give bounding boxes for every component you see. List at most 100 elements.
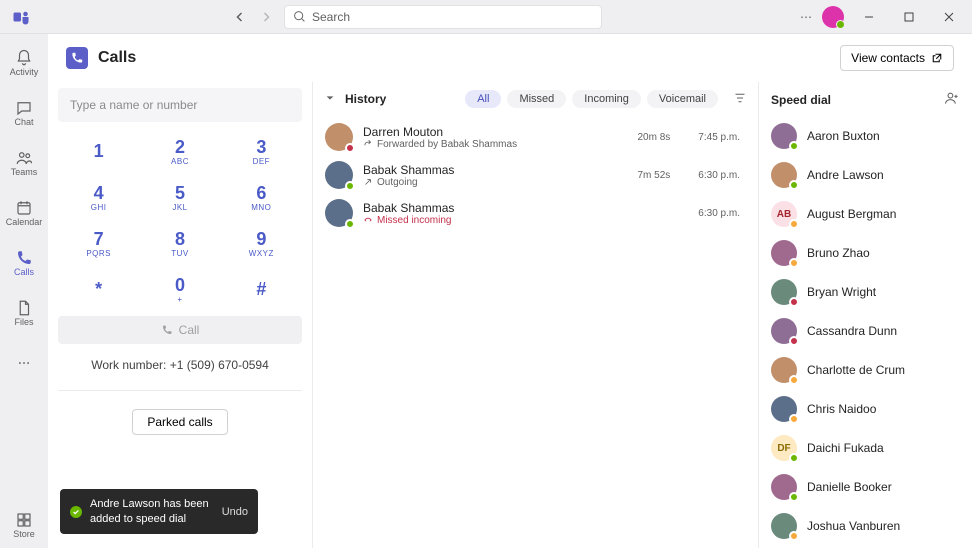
window-maximize-button[interactable] [894,5,924,29]
speed-dial-contact[interactable]: Danielle Booker [771,474,960,500]
history-filter-all[interactable]: All [465,90,501,108]
dialpad-digit: 6 [256,183,266,204]
titlebar-more-button[interactable]: ⋯ [800,10,812,24]
contact-name: Charlotte de Crum [807,363,905,377]
dialpad-key-*[interactable]: * [58,266,139,312]
avatar [771,318,797,344]
dialpad-digit: 2 [175,137,185,158]
current-user-avatar[interactable] [822,6,844,28]
dialpad-digit: 4 [94,183,104,204]
rail-item-activity[interactable]: Activity [0,40,48,86]
avatar [771,357,797,383]
dialpad: 12ABC3DEF4GHI5JKL6MNO7PQRS8TUV9WXYZ*0+# [58,128,302,312]
speed-dial-contact[interactable]: Charlotte de Crum [771,357,960,383]
titlebar: Search ⋯ [0,0,972,34]
history-row[interactable]: Darren MoutonForwarded by Babak Shammas2… [325,118,746,156]
history-sub: Missed incoming [363,215,660,226]
dialpad-key-9[interactable]: 9WXYZ [221,220,302,266]
rail-label: Store [13,529,35,539]
rail-item-files[interactable]: Files [0,290,48,336]
contact-name: Bryan Wright [807,285,876,299]
dialpad-key-2[interactable]: 2ABC [139,128,220,174]
file-icon [15,299,33,317]
history-row[interactable]: Babak ShammasOutgoing7m 52s6:30 p.m. [325,156,746,194]
history-panel: History AllMissedIncomingVoicemail Darre… [313,82,759,548]
history-filter-incoming[interactable]: Incoming [572,90,641,108]
phone-icon [161,324,173,336]
history-collapse-toggle[interactable] [325,92,335,106]
dialpad-letters: PQRS [86,249,111,258]
history-row[interactable]: Babak ShammasMissed incoming6:30 p.m. [325,194,746,232]
window-minimize-button[interactable] [854,5,884,29]
dialpad-key-7[interactable]: 7PQRS [58,220,139,266]
dialpad-key-3[interactable]: 3DEF [221,128,302,174]
history-filter-button[interactable] [734,92,746,107]
contact-name: Aaron Buxton [807,129,880,143]
avatar [325,199,353,227]
speed-dial-contact[interactable]: Joshua Vanburen [771,513,960,539]
view-contacts-button[interactable]: View contacts [840,45,954,71]
rail-label: Activity [10,67,39,77]
store-icon [15,511,33,529]
avatar [771,123,797,149]
rail-more-button[interactable] [0,340,48,386]
dialpad-letters: ABC [171,157,189,166]
rail-item-store[interactable]: Store [0,502,48,548]
dialpad-key-#[interactable]: # [221,266,302,312]
work-number: Work number: +1 (509) 670-0594 [58,344,302,391]
chevron-down-icon [325,93,335,103]
speed-dial-contact[interactable]: Cassandra Dunn [771,318,960,344]
dialpad-key-1[interactable]: 1 [58,128,139,174]
dialpad-key-4[interactable]: 4GHI [58,174,139,220]
rail-label: Calendar [6,217,43,227]
window-close-button[interactable] [934,5,964,29]
history-time: 6:30 p.m. [698,208,740,219]
contact-name: Chris Naidoo [807,402,876,416]
dialpad-key-8[interactable]: 8TUV [139,220,220,266]
dialpad-digit: 5 [175,183,185,204]
dialpad-key-6[interactable]: 6MNO [221,174,302,220]
toast-message: Andre Lawson has been added to speed dia… [90,497,214,526]
speed-dial-contact[interactable]: ABAugust Bergman [771,201,960,227]
avatar [771,279,797,305]
dialpad-digit: 7 [94,229,104,250]
speed-dial-contact[interactable]: Bryan Wright [771,279,960,305]
dialpad-digit: 8 [175,229,185,250]
dialpad-letters: DEF [253,157,271,166]
nav-forward-button[interactable] [254,5,278,29]
page-header: Calls View contacts [48,34,972,82]
dialpad-digit: * [95,279,102,300]
speed-dial-contact[interactable]: DFDaichi Fukada [771,435,960,461]
contact-name: August Bergman [807,207,896,221]
contact-name: Joshua Vanburen [807,519,900,533]
history-sub: Forwarded by Babak Shammas [363,139,628,150]
rail-item-calls[interactable]: Calls [0,240,48,286]
global-search-input[interactable]: Search [284,5,602,29]
speed-dial-contact[interactable]: Andre Lawson [771,162,960,188]
speed-dial-title: Speed dial [771,93,831,107]
dialpad-key-5[interactable]: 5JKL [139,174,220,220]
dial-input[interactable] [58,88,302,122]
history-filter-voicemail[interactable]: Voicemail [647,90,718,108]
speed-dial-contact[interactable]: Bruno Zhao [771,240,960,266]
rail-item-teams[interactable]: Teams [0,140,48,186]
dialpad-digit: # [256,279,266,300]
call-button[interactable]: Call [58,316,302,344]
chat-icon [15,99,33,117]
speed-dial-contact[interactable]: Aaron Buxton [771,123,960,149]
history-list: Darren MoutonForwarded by Babak Shammas2… [325,118,746,232]
add-speed-dial-button[interactable] [944,90,960,109]
avatar: DF [771,435,797,461]
rail-item-chat[interactable]: Chat [0,90,48,136]
history-filter-missed[interactable]: Missed [507,90,566,108]
history-duration: 20m 8s [638,132,671,143]
rail-item-calendar[interactable]: Calendar [0,190,48,236]
speed-dial-contact[interactable]: Chris Naidoo [771,396,960,422]
contact-name: Andre Lawson [807,168,884,182]
nav-back-button[interactable] [228,5,252,29]
call-button-label: Call [179,323,200,337]
avatar [771,240,797,266]
toast-undo-button[interactable]: Undo [222,506,248,518]
parked-calls-button[interactable]: Parked calls [132,409,227,435]
dialpad-key-0[interactable]: 0+ [139,266,220,312]
